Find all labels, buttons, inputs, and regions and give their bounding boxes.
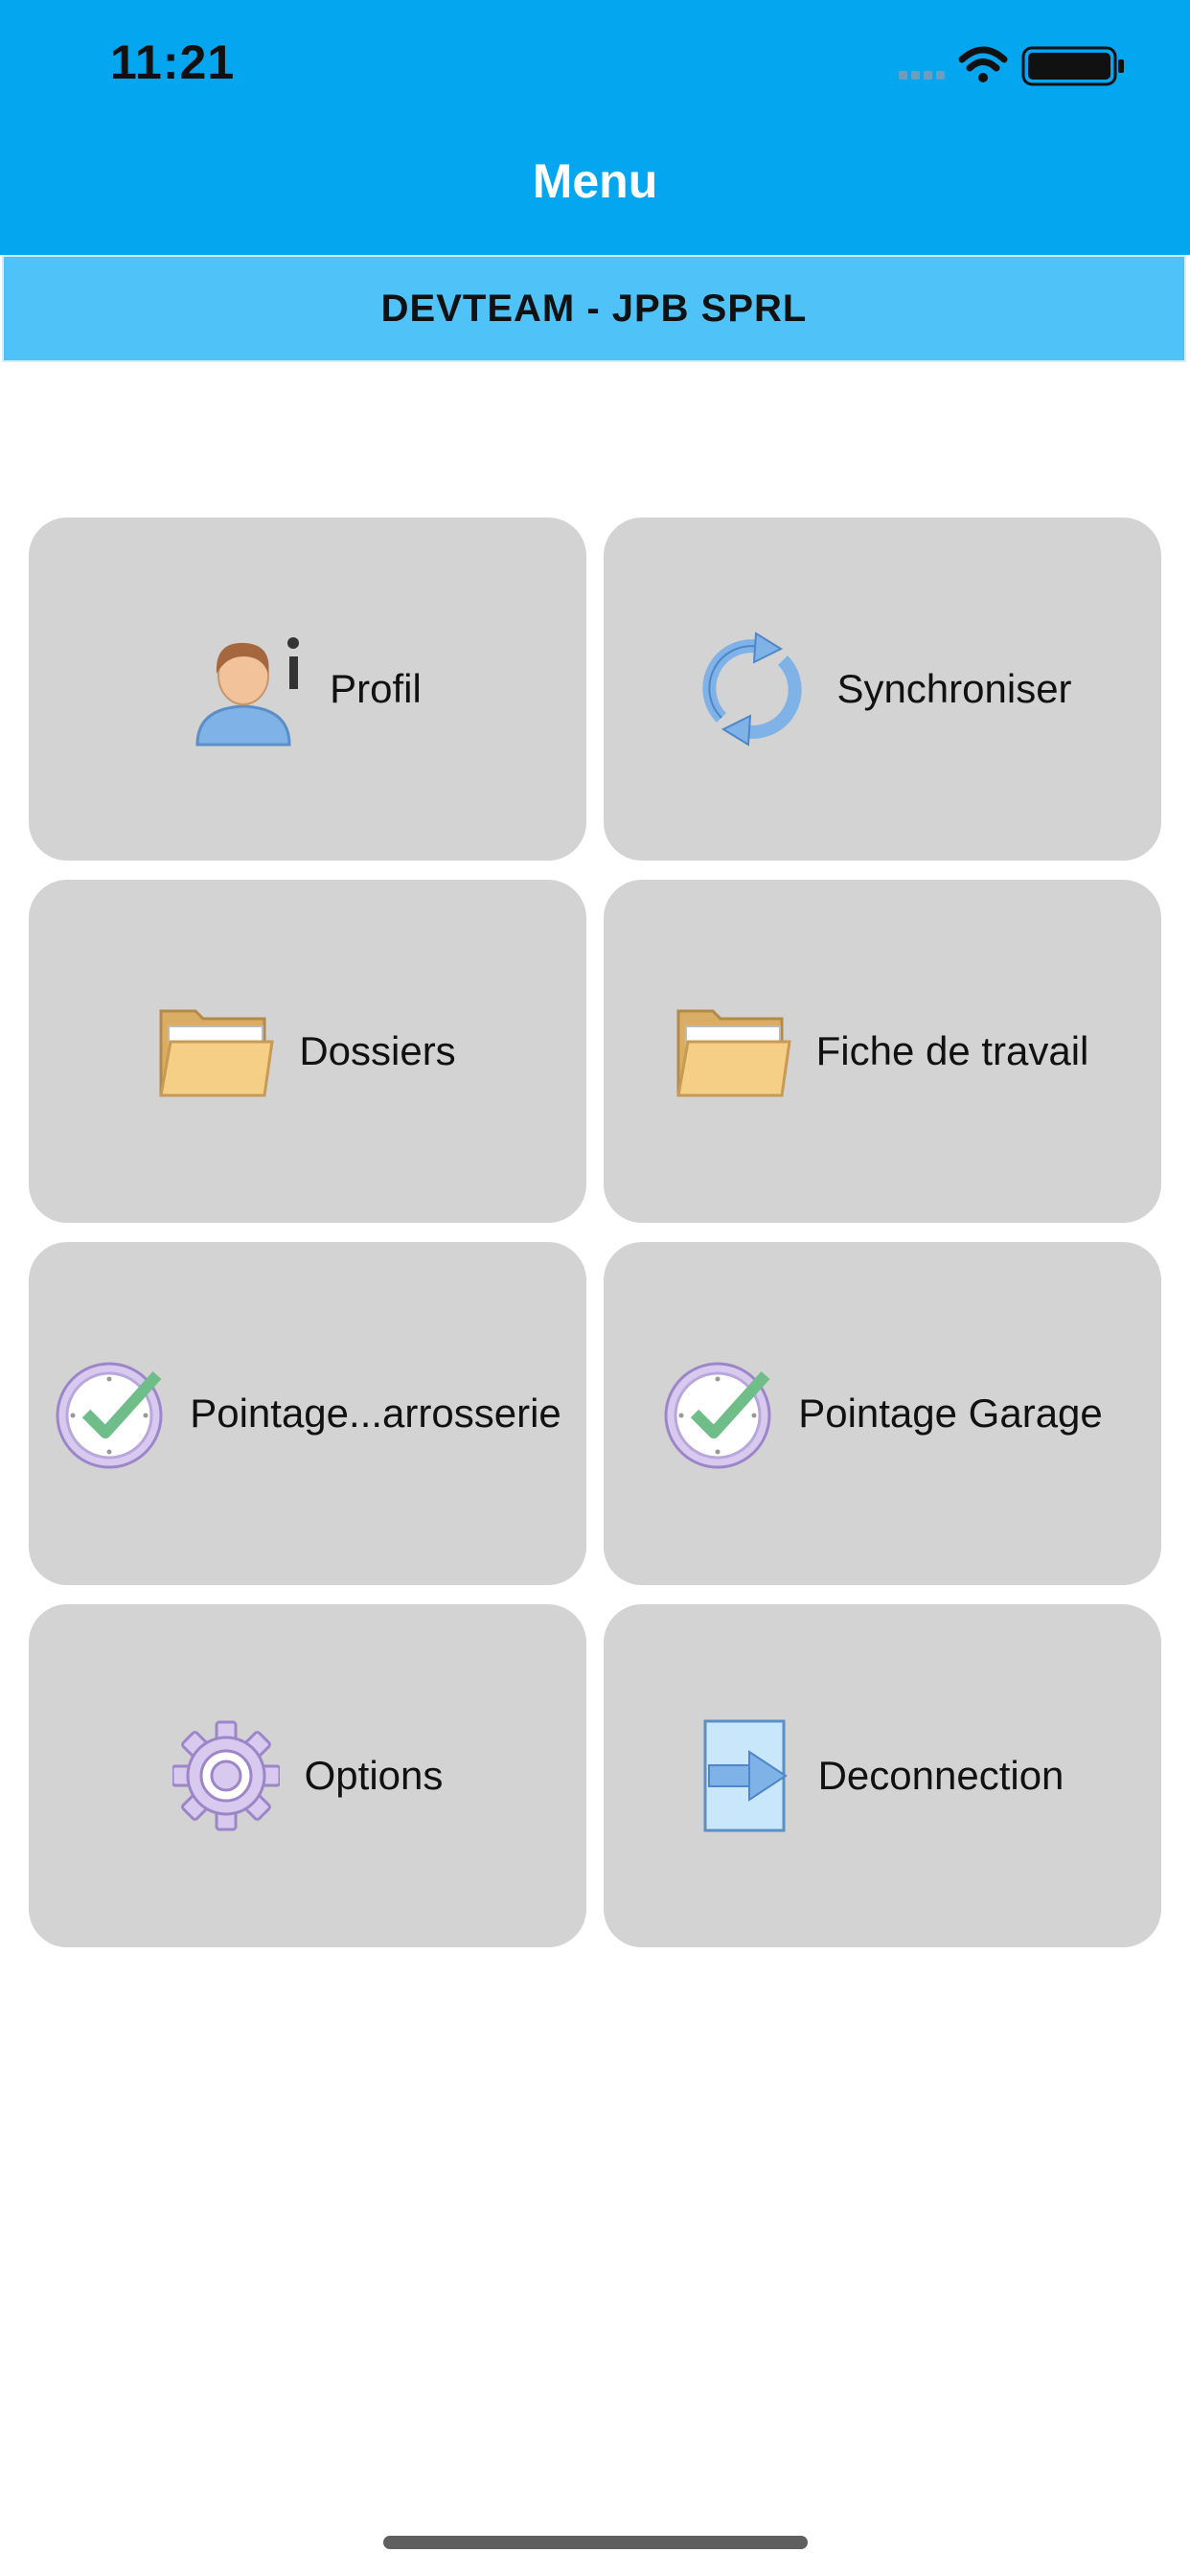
battery-icon: [1021, 46, 1124, 86]
fiche-de-travail-label: Fiche de travail: [815, 1028, 1089, 1073]
status-icons: [899, 46, 1124, 86]
company-name: DEVTEAM - JPB SPRL: [380, 287, 808, 330]
pointage-garage-label: Pointage Garage: [798, 1391, 1103, 1436]
cellular-signal-icon: [899, 71, 945, 80]
folder-icon: [159, 1003, 275, 1099]
pointage-carrosserie-button[interactable]: Pointage...arrosserie: [29, 1242, 586, 1585]
home-indicator[interactable]: [383, 2536, 808, 2549]
dossiers-button[interactable]: Dossiers: [29, 880, 586, 1223]
clock-check-icon: [54, 1358, 165, 1469]
dossiers-label: Dossiers: [299, 1028, 456, 1073]
synchroniser-button[interactable]: Synchroniser: [604, 518, 1161, 861]
menu-screen: 11:21 Menu DEVTEAM - JPB SPRL Profil Syn…: [0, 0, 1190, 2576]
user-info-icon: [194, 632, 305, 747]
deconnection-label: Deconnection: [817, 1753, 1064, 1798]
page-title: Menu: [532, 154, 658, 208]
pointage-garage-button[interactable]: Pointage Garage: [604, 1242, 1161, 1585]
clock-check-icon: [662, 1358, 773, 1469]
folder-icon: [675, 1003, 791, 1099]
deconnection-button[interactable]: Deconnection: [604, 1604, 1161, 1947]
options-label: Options: [304, 1753, 444, 1798]
wifi-icon: [958, 46, 1008, 82]
options-button[interactable]: Options: [29, 1604, 586, 1947]
navigation-bar: 11:21 Menu: [0, 0, 1190, 255]
sync-icon: [693, 630, 812, 748]
synchroniser-label: Synchroniser: [836, 666, 1072, 711]
gear-icon: [172, 1719, 280, 1832]
logout-icon: [701, 1719, 793, 1832]
company-banner: DEVTEAM - JPB SPRL: [2, 255, 1186, 362]
fiche-de-travail-button[interactable]: Fiche de travail: [604, 880, 1161, 1223]
profil-label: Profil: [330, 666, 422, 711]
profil-button[interactable]: Profil: [29, 518, 586, 861]
status-time: 11:21: [110, 35, 236, 89]
pointage-carrosserie-label: Pointage...arrosserie: [190, 1391, 561, 1436]
